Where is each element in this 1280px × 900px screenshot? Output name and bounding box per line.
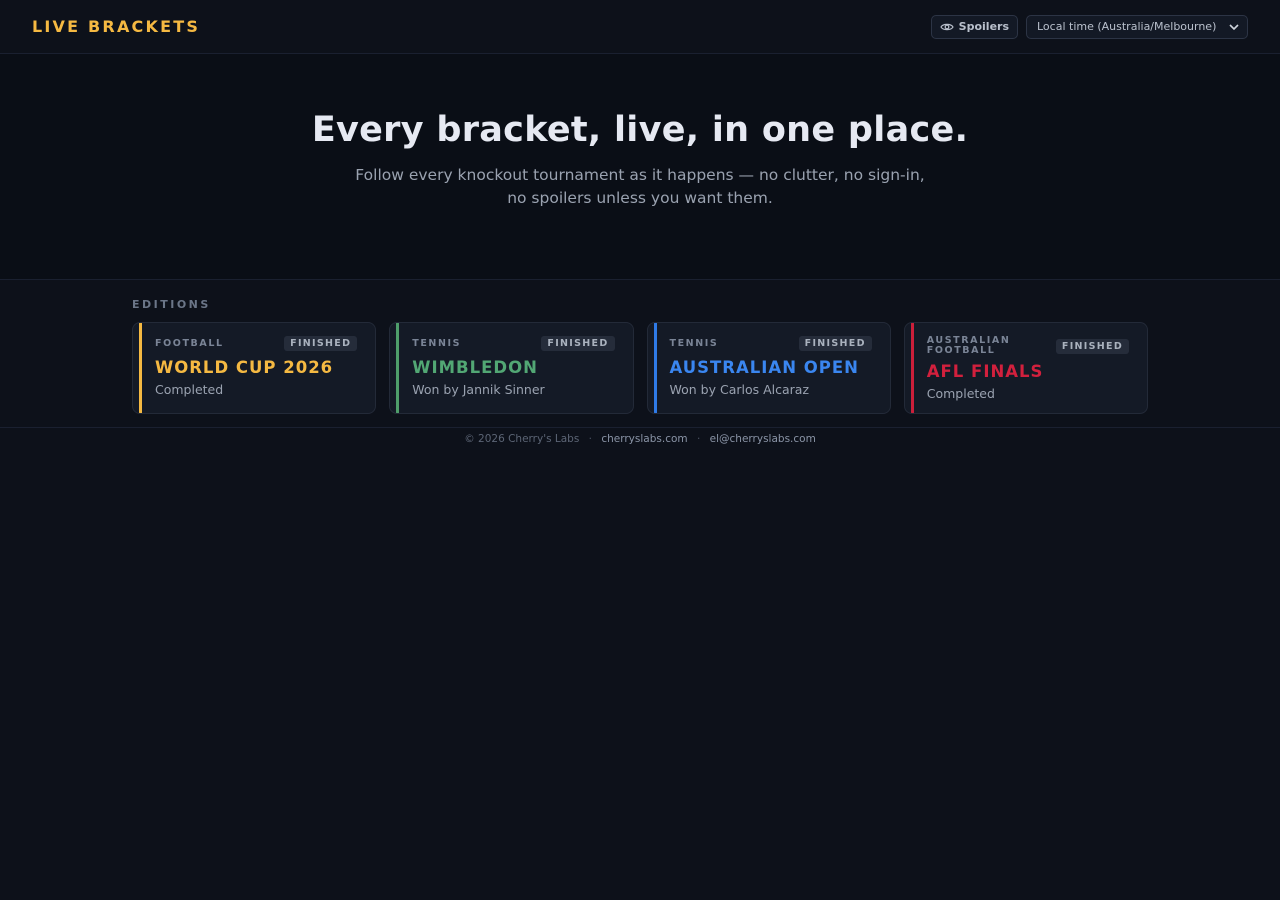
footer-separator: · bbox=[696, 433, 701, 445]
edition-card-afl-finals[interactable]: AUSTRALIAN FOOTBALL FINISHED AFL FINALS … bbox=[903, 322, 1148, 414]
footer-site-link[interactable]: cherryslabs.com bbox=[601, 433, 687, 445]
page-footer: © 2026 Cherry's Labs · cherryslabs.com ·… bbox=[0, 427, 1280, 445]
card-sport-label: FOOTBALL bbox=[155, 337, 224, 349]
editions-list: FOOTBALL FINISHED WORLD CUP 2026 Complet… bbox=[132, 322, 1148, 414]
chevron-down-icon bbox=[1229, 20, 1239, 33]
card-sport-label: AUSTRALIAN FOOTBALL bbox=[926, 335, 1011, 356]
edition-card-wimbledon[interactable]: TENNIS FINISHED WIMBLEDON Won by Jannik … bbox=[389, 322, 634, 414]
card-subtitle: Won by Jannik Sinner bbox=[412, 382, 545, 397]
status-badge: FINISHED bbox=[284, 336, 358, 351]
card-accent-bar bbox=[910, 323, 914, 413]
timezone-select[interactable]: Local time (Australia/Melbourne) bbox=[1026, 14, 1248, 39]
footer-separator: · bbox=[588, 433, 592, 445]
card-title: AFL FINALS bbox=[926, 362, 1044, 381]
header-controls: Spoilers Local time (Australia/Melbourne… bbox=[930, 14, 1248, 39]
card-accent-bar bbox=[653, 323, 657, 413]
spoilers-toggle-button[interactable]: Spoilers bbox=[930, 14, 1018, 39]
card-subtitle: Won by Carlos Alcaraz bbox=[669, 382, 810, 397]
status-badge: FINISHED bbox=[541, 336, 615, 351]
spoilers-label: Spoilers bbox=[958, 20, 1009, 33]
card-sport-label: TENNIS bbox=[669, 337, 719, 349]
hero-section: Every bracket, live, in one place. Follo… bbox=[0, 54, 1280, 280]
card-sport-label: TENNIS bbox=[412, 337, 462, 349]
footer-email-link[interactable]: el@cherryslabs.com bbox=[710, 433, 816, 445]
edition-card-australian-open[interactable]: TENNIS FINISHED AUSTRALIAN OPEN Won by C… bbox=[646, 322, 891, 414]
card-accent-bar bbox=[139, 323, 142, 413]
card-title: WIMBLEDON bbox=[412, 358, 538, 377]
footer-copyright: © 2026 Cherry's Labs bbox=[464, 433, 580, 445]
card-accent-bar bbox=[396, 323, 400, 413]
status-badge: FINISHED bbox=[798, 336, 872, 351]
card-title: AUSTRALIAN OPEN bbox=[669, 358, 859, 377]
card-title: WORLD CUP 2026 bbox=[155, 358, 334, 377]
editions-section: EDITIONS FOOTBALL FINISHED WORLD CUP 202… bbox=[132, 280, 1148, 414]
editions-heading: EDITIONS bbox=[132, 298, 211, 311]
card-subtitle: Completed bbox=[155, 382, 224, 397]
timezone-selected-value: Local time (Australia/Melbourne) bbox=[1037, 20, 1217, 33]
card-subtitle: Completed bbox=[926, 386, 995, 401]
eye-icon bbox=[939, 22, 954, 32]
hero-subtitle: Follow every knockout tournament as it h… bbox=[340, 164, 940, 210]
top-bar: LIVE BRACKETS Spoilers Local time (Austr… bbox=[0, 0, 1280, 54]
status-badge: FINISHED bbox=[1055, 338, 1129, 354]
edition-card-world-cup[interactable]: FOOTBALL FINISHED WORLD CUP 2026 Complet… bbox=[132, 322, 377, 414]
hero-subtitle-line-1: Follow every knockout tournament as it h… bbox=[355, 166, 925, 184]
hero-title: Every bracket, live, in one place. bbox=[311, 110, 969, 150]
brand-logo[interactable]: LIVE BRACKETS bbox=[32, 17, 200, 36]
hero-subtitle-line-2: no spoilers unless you want them. bbox=[507, 189, 773, 207]
